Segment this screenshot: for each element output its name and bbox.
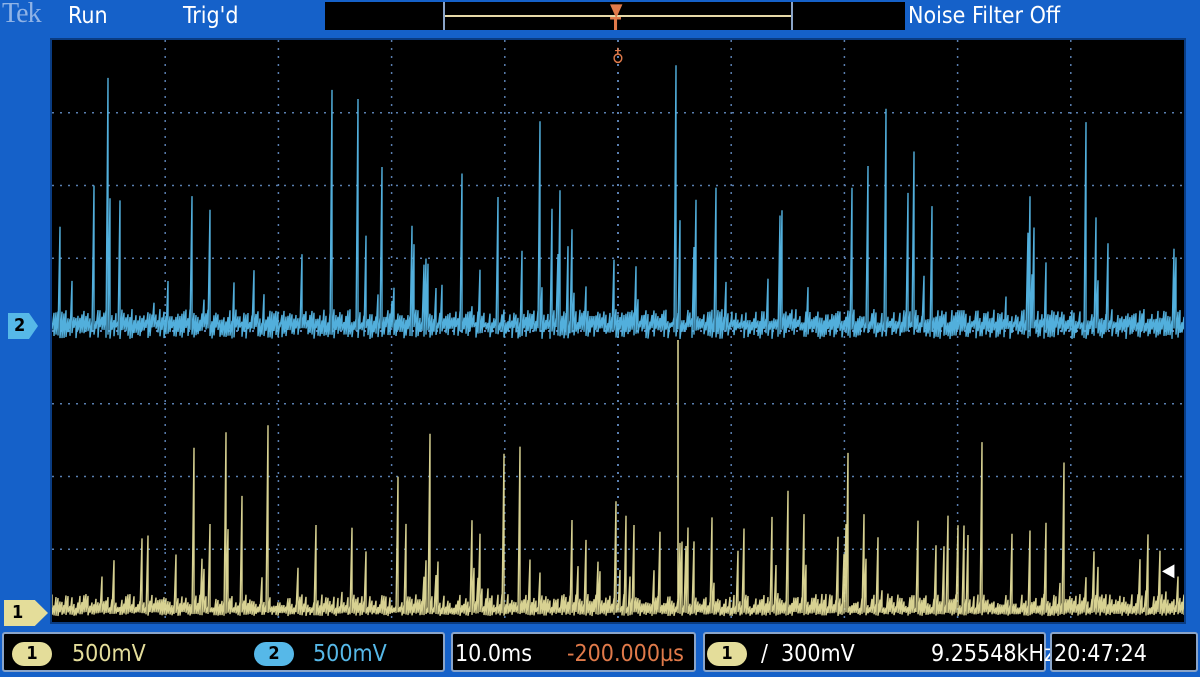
noise-filter-status[interactable]: Noise Filter Off bbox=[908, 3, 1060, 29]
clock-time: 20:47:24 bbox=[1054, 641, 1147, 667]
trigger-level: 300mV bbox=[781, 641, 855, 667]
trigger-level-arrow-icon[interactable]: ◀ bbox=[1162, 560, 1174, 581]
brand-logo: Tek bbox=[2, 0, 42, 29]
channel-1-scale: 500mV bbox=[72, 641, 146, 667]
channel-2-scale: 500mV bbox=[313, 641, 387, 667]
clock-readout-box: 20:47:24 bbox=[1050, 632, 1198, 672]
trigger-position-icon: T bbox=[610, 14, 622, 35]
timebase-delay: -200.000µs bbox=[567, 641, 684, 667]
timebase-readout-box[interactable]: 10.0ms -200.000µs bbox=[451, 632, 696, 672]
channel-readout-box[interactable]: 1 500mV 2 500mV bbox=[2, 632, 445, 672]
channel-1-ground-marker[interactable]: 1 bbox=[4, 600, 48, 626]
rising-edge-icon: / bbox=[761, 641, 768, 667]
trigger-readout-box[interactable]: 1 / 300mV 9.25548kHz bbox=[703, 632, 1055, 672]
timebase-scale: 10.0ms bbox=[455, 641, 532, 667]
trigger-source-badge[interactable]: 1 bbox=[707, 642, 747, 666]
waveform-display[interactable] bbox=[50, 38, 1186, 624]
graticule bbox=[52, 40, 1184, 622]
status-bar: Tek Run Trig'd ▼ T Noise Filter Off bbox=[0, 0, 1200, 38]
trigger-state: Trig'd bbox=[183, 3, 239, 29]
readout-bar: 1 500mV 2 500mV 10.0ms -200.000µs 1 / 30… bbox=[0, 630, 1200, 677]
channel-2-badge[interactable]: 2 bbox=[254, 642, 294, 666]
channel-1-badge[interactable]: 1 bbox=[12, 642, 52, 666]
trigger-frequency: 9.25548kHz bbox=[931, 641, 1055, 667]
channel-2-ground-marker[interactable]: 2 bbox=[8, 313, 38, 339]
run-state[interactable]: Run bbox=[68, 3, 108, 29]
trigger-point-icon: ♁ bbox=[612, 47, 624, 68]
